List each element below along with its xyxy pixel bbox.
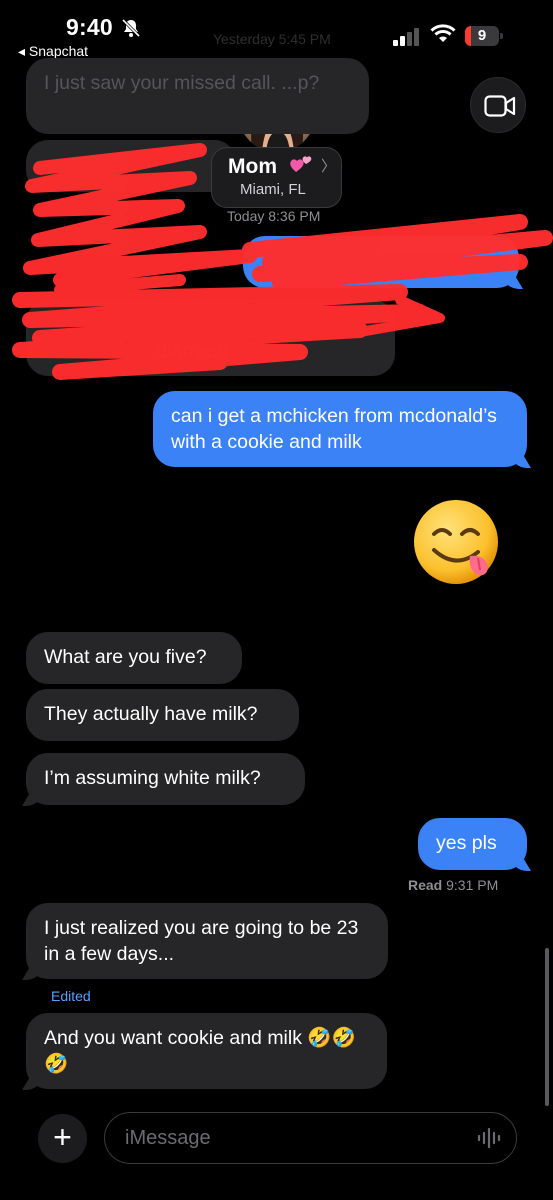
add-attachment-button[interactable]: + bbox=[38, 1114, 87, 1163]
emoji-message[interactable]: 😋 bbox=[412, 498, 504, 591]
message-bubble-outgoing[interactable]: yes pls bbox=[418, 818, 527, 870]
message-bubble-incoming[interactable]: I just realized you are going to be 23 i… bbox=[26, 903, 388, 979]
edited-label[interactable]: Edited bbox=[51, 988, 91, 1004]
message-input[interactable] bbox=[104, 1112, 517, 1164]
message-bubble-outgoing[interactable]: can i get a mchicken from mcdonald’s wit… bbox=[153, 391, 527, 467]
message-text: And you want cookie and milk 🤣🤣🤣 bbox=[44, 1027, 356, 1075]
message-text: They actually have milk? bbox=[44, 703, 258, 725]
ghost-outgoing-bubble bbox=[243, 236, 519, 288]
battery-level: 9 bbox=[477, 27, 487, 44]
message-text: What are you five? bbox=[44, 646, 207, 668]
message-bubble-incoming[interactable]: I’m assuming white milk? bbox=[26, 753, 305, 805]
bell-slash-icon bbox=[121, 18, 141, 38]
read-receipt: Read 9:31 PM bbox=[408, 877, 499, 893]
audio-waveform-icon[interactable] bbox=[477, 1127, 501, 1149]
ghost-message-bubble: I just saw your missed call. ...p? bbox=[26, 58, 369, 134]
thread-timestamp: Today 8:36 PM bbox=[227, 208, 321, 224]
chevron-right-icon: 〉 bbox=[321, 158, 337, 175]
contact-name: Mom bbox=[228, 155, 277, 178]
scrollbar[interactable] bbox=[545, 948, 549, 1106]
video-camera-icon bbox=[484, 95, 516, 117]
message-text: I’m assuming white milk? bbox=[44, 767, 261, 789]
plus-icon: + bbox=[53, 1119, 72, 1155]
message-text: yes pls bbox=[436, 832, 497, 854]
message-bubble-incoming[interactable]: And you want cookie and milk 🤣🤣🤣 bbox=[26, 1013, 387, 1089]
message-text: can i get a mchicken from mcdonald’s wit… bbox=[171, 405, 497, 453]
message-bubble-incoming[interactable]: They actually have milk? bbox=[26, 689, 299, 741]
status-time: 9:40 bbox=[66, 14, 113, 40]
signal-icon bbox=[393, 28, 419, 46]
message-bubble-incoming[interactable]: What are you five? bbox=[26, 632, 242, 684]
battery-indicator: 9 bbox=[465, 26, 503, 46]
ghost-timestamp: Yesterday 5:45 PM bbox=[213, 31, 331, 47]
face-savoring-food-icon bbox=[414, 500, 498, 584]
wifi-icon bbox=[430, 24, 456, 42]
heart-icon bbox=[290, 156, 312, 172]
message-text: I just realized you are going to be 23 i… bbox=[44, 917, 359, 965]
ghost-message-bubble: ...w... bbox=[26, 140, 236, 192]
ghost-message-bubble: ...diarreah bbox=[26, 300, 395, 376]
contact-location: Miami, FL bbox=[240, 181, 306, 198]
facetime-video-button[interactable] bbox=[470, 77, 526, 133]
